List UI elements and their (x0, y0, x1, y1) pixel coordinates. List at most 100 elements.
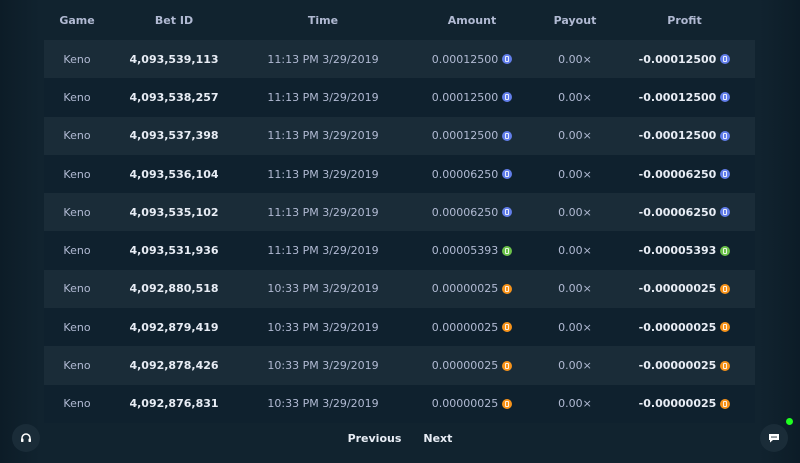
profit-value: -0.00000025 (638, 320, 717, 334)
cell-payout: 0.00× (558, 244, 592, 258)
cell-profit: -0.00000025 (614, 359, 755, 372)
amount-value: 0.00012500 (431, 52, 499, 66)
eth-coin-icon (502, 54, 513, 65)
bet-history-page: Game Bet ID Time Amount Payout Profit Ke… (0, 0, 800, 463)
btc-coin-icon (502, 322, 513, 333)
header-profit: Profit (667, 13, 702, 27)
cell-bet-id[interactable]: 4,092,878,426 (110, 359, 238, 372)
cell-bet-id[interactable]: 4,093,531,936 (110, 244, 238, 257)
cell-amount: 0.00000025 (408, 397, 536, 410)
bch-coin-icon (502, 245, 513, 256)
cell-bet-id[interactable]: 4,093,539,113 (110, 53, 238, 66)
profit-value: -0.00006250 (638, 167, 717, 181)
cell-bet-id[interactable]: 4,093,535,102 (110, 206, 238, 219)
cell-game: Keno (63, 205, 91, 219)
cell-game: Keno (63, 397, 91, 411)
btc-coin-icon (502, 360, 513, 371)
amount-value: 0.00000025 (431, 282, 499, 296)
cell-payout: 0.00× (558, 90, 592, 104)
cell-profit: -0.00012500 (614, 129, 755, 142)
cell-payout: 0.00× (558, 167, 592, 181)
cell-game: Keno (63, 52, 91, 66)
cell-payout: 0.00× (558, 359, 592, 373)
next-button[interactable]: Next (423, 432, 452, 445)
cell-game: Keno (63, 282, 91, 296)
header-bet-id: Bet ID (154, 13, 194, 27)
table-row[interactable]: Keno 4,093,531,936 11:13 PM 3/29/2019 0.000… (44, 231, 755, 270)
cell-payout: 0.00× (558, 282, 592, 296)
cell-profit: -0.00006250 (614, 206, 755, 219)
cell-game: Keno (63, 90, 91, 104)
cell-bet-id[interactable]: 4,092,880,518 (110, 282, 238, 295)
cell-time: 10:33 PM 3/29/2019 (267, 282, 379, 296)
cell-amount: 0.00006250 (408, 168, 536, 181)
table-row[interactable]: Keno 4,093,536,104 11:13 PM 3/29/2019 0.000… (44, 154, 755, 194)
cell-amount: 0.00012500 (408, 91, 536, 104)
eth-coin-icon (502, 207, 513, 218)
btc-coin-icon (720, 283, 731, 294)
cell-time: 11:13 PM 3/29/2019 (267, 167, 379, 181)
amount-value: 0.00000025 (431, 359, 499, 373)
profit-value: -0.00000025 (638, 397, 717, 411)
cell-bet-id[interactable]: 4,093,536,104 (110, 168, 238, 181)
table-row[interactable]: Keno 4,092,880,518 10:33 PM 3/29/2019 0.000… (44, 269, 755, 309)
table-row[interactable]: Keno 4,092,876,831 10:33 PM 3/29/2019 0.000… (44, 384, 755, 423)
eth-coin-icon (502, 92, 513, 103)
eth-coin-icon (720, 169, 731, 180)
table-header: Game Bet ID Time Amount Payout Profit (44, 0, 755, 40)
cell-profit: -0.00012500 (614, 91, 755, 104)
cell-payout: 0.00× (558, 129, 592, 143)
header-amount: Amount (447, 13, 497, 27)
support-button[interactable] (12, 424, 40, 452)
eth-coin-icon (502, 130, 513, 141)
table-row[interactable]: Keno 4,093,539,113 11:13 PM 3/29/2019 0.000… (44, 40, 755, 79)
header-payout: Payout (553, 13, 597, 27)
profit-value: -0.00012500 (638, 129, 717, 143)
cell-time: 11:13 PM 3/29/2019 (267, 205, 379, 219)
cell-profit: -0.00006250 (614, 168, 755, 181)
table-row[interactable]: Keno 4,092,878,426 10:33 PM 3/29/2019 0.000… (44, 346, 755, 385)
bch-coin-icon (720, 245, 731, 256)
cell-game: Keno (63, 167, 91, 181)
cell-profit: -0.00005393 (614, 244, 755, 257)
amount-value: 0.00000025 (431, 320, 499, 334)
table-row[interactable]: Keno 4,093,535,102 11:13 PM 3/29/2019 0.000… (44, 193, 755, 232)
cell-bet-id[interactable]: 4,092,876,831 (110, 397, 238, 410)
cell-bet-id[interactable]: 4,093,538,257 (110, 91, 238, 104)
cell-payout: 0.00× (558, 205, 592, 219)
btc-coin-icon (502, 283, 513, 294)
online-status-dot (786, 418, 793, 425)
amount-value: 0.00012500 (431, 129, 499, 143)
profit-value: -0.00005393 (638, 244, 717, 258)
profit-value: -0.00012500 (638, 52, 717, 66)
cell-profit: -0.00000025 (614, 397, 755, 410)
table-row[interactable]: Keno 4,092,879,419 10:33 PM 3/29/2019 0.000… (44, 308, 755, 347)
cell-bet-id[interactable]: 4,093,537,398 (110, 129, 238, 142)
cell-amount: 0.00000025 (408, 359, 536, 372)
table-row[interactable]: Keno 4,093,537,398 11:13 PM 3/29/2019 0.000… (44, 116, 755, 155)
cell-profit: -0.00000025 (614, 282, 755, 295)
cell-amount: 0.00006250 (408, 206, 536, 219)
table-row[interactable]: Keno 4,093,538,257 11:13 PM 3/29/2019 0.000… (44, 78, 755, 117)
eth-coin-icon (502, 169, 513, 180)
amount-value: 0.00006250 (431, 205, 499, 219)
cell-time: 11:13 PM 3/29/2019 (267, 244, 379, 258)
cell-time: 11:13 PM 3/29/2019 (267, 129, 379, 143)
cell-game: Keno (63, 320, 91, 334)
cell-bet-id[interactable]: 4,092,879,419 (110, 321, 238, 334)
cell-amount: 0.00012500 (408, 53, 536, 66)
cell-game: Keno (63, 359, 91, 373)
btc-coin-icon (720, 322, 731, 333)
amount-value: 0.00006250 (431, 167, 499, 181)
cell-profit: -0.00012500 (614, 53, 755, 66)
header-time: Time (307, 13, 339, 27)
cell-time: 11:13 PM 3/29/2019 (267, 52, 379, 66)
cell-payout: 0.00× (558, 320, 592, 334)
cell-amount: 0.00000025 (408, 321, 536, 334)
eth-coin-icon (720, 92, 731, 103)
cell-amount: 0.00005393 (408, 244, 536, 257)
chat-button[interactable] (760, 424, 788, 452)
previous-button[interactable]: Previous (348, 432, 402, 445)
cell-time: 10:33 PM 3/29/2019 (267, 397, 379, 411)
table-body: Keno 4,093,539,113 11:13 PM 3/29/2019 0.000… (44, 40, 755, 423)
